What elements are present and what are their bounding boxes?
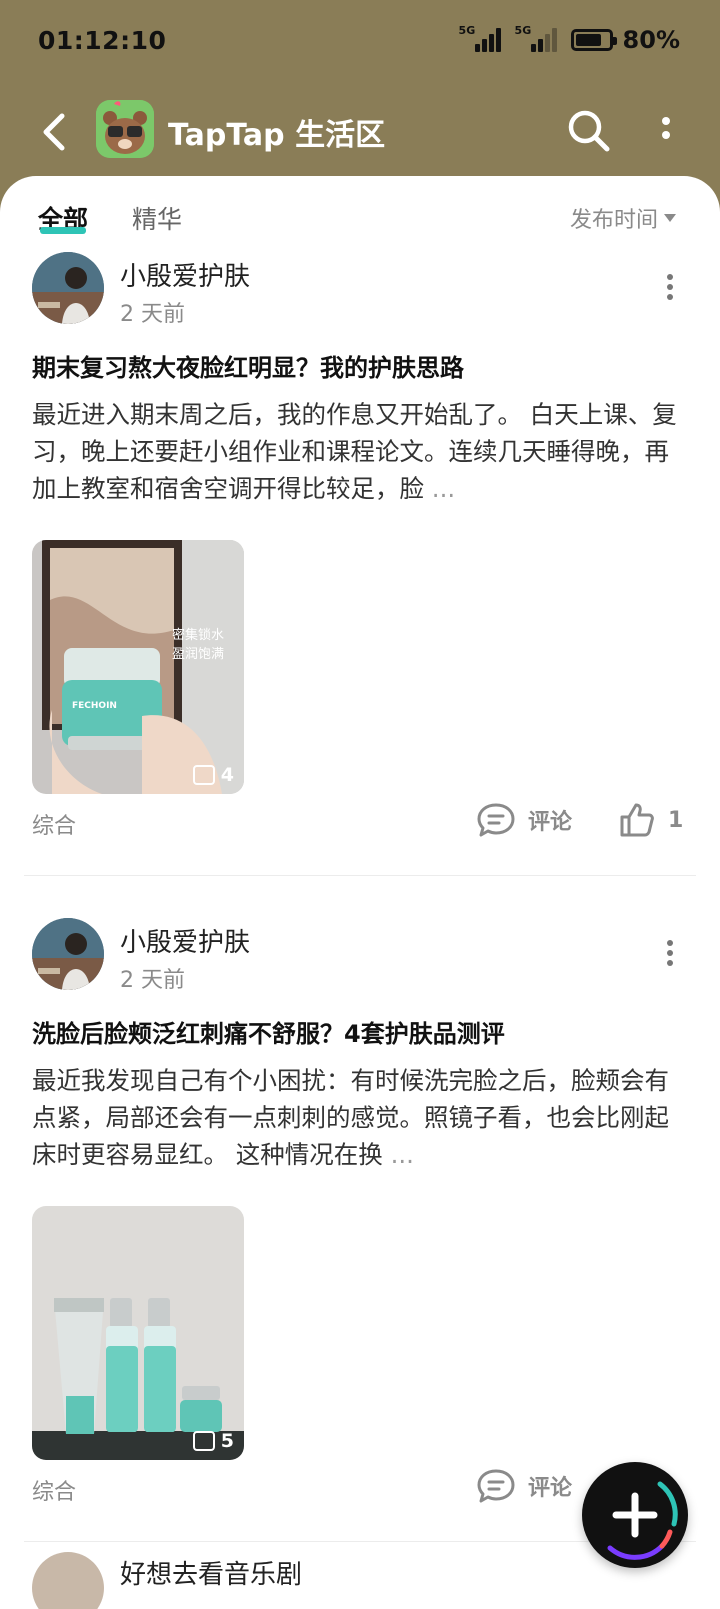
comment-icon	[477, 1469, 515, 1503]
image-count-badge: 4	[192, 764, 234, 786]
status-time: 01:12:10	[38, 26, 167, 55]
post-category-tag[interactable]: 综合	[32, 1474, 76, 1506]
battery-icon	[570, 29, 617, 51]
page-title: TapTap 生活区	[168, 118, 386, 153]
avatar[interactable]	[32, 1552, 104, 1609]
app-bar: TapTap 生活区	[0, 88, 720, 178]
post-image[interactable]: FECHOIN 密集锁水 盈润饱满 4	[32, 540, 244, 794]
gallery-icon	[192, 765, 215, 785]
search-icon	[568, 110, 610, 152]
create-post-button[interactable]	[582, 1462, 688, 1568]
gallery-icon	[192, 1431, 215, 1451]
comment-label: 评论	[528, 810, 573, 835]
image-count-badge: 5	[192, 1430, 234, 1452]
like-count: 1	[668, 807, 684, 833]
thumbs-up-icon	[620, 803, 654, 837]
search-button[interactable]	[566, 108, 612, 154]
post-title[interactable]: 期末复习熬大夜脸红明显？我的护肤思路	[32, 348, 692, 383]
image-caption: 密集锁水 盈润饱满	[172, 628, 225, 662]
more-vertical-icon	[667, 940, 673, 966]
comment-icon	[477, 803, 515, 837]
post-author[interactable]: 小殷爱护肤	[120, 922, 250, 959]
comment-button[interactable]: 评论	[476, 1468, 572, 1504]
post-more-button[interactable]	[662, 938, 678, 968]
back-button[interactable]	[36, 110, 76, 154]
post-card[interactable]: 小殷爱护肤 2 天前 洗脸后脸颊泛红刺痛不舒服？4套护肤品测评 最近我发现自己有…	[0, 842, 720, 1542]
post-excerpt-text: 最近进入期末周之后，我的作息又开始乱了。 白天上课、复习，晚上还要赶小组作业和课…	[32, 400, 677, 503]
comment-label: 评论	[528, 1476, 573, 1501]
post-excerpt[interactable]: 最近我发现自己有个小困扰：有时候洗完脸之后，脸颊会有点紧，局部还会有一点刺刺的感…	[32, 1062, 692, 1173]
avatar[interactable]	[32, 918, 104, 990]
status-bar: 01:12:10 5G 5G 80%	[0, 0, 720, 88]
post-time: 2 天前	[120, 302, 185, 327]
back-arrow-icon	[43, 113, 65, 151]
signal-icon: 5G	[515, 24, 561, 54]
content-sheet: 全部 精华 发布时间 小殷爱护肤 2 天前 期末复习熬大夜脸红明显？我的护肤思路	[0, 176, 720, 1609]
battery-percent: 80%	[622, 26, 680, 54]
more-options-button[interactable]	[654, 108, 678, 154]
post-card[interactable]: 小殷爱护肤 2 天前 期末复习熬大夜脸红明显？我的护肤思路 最近进入期末周之后，…	[0, 176, 720, 876]
app-logo[interactable]	[96, 100, 154, 158]
signal-icon: 5G	[459, 24, 505, 54]
comment-button[interactable]: 评论	[476, 802, 572, 838]
svg-text:FECHOIN: FECHOIN	[72, 701, 117, 711]
avatar[interactable]	[32, 252, 104, 324]
post-excerpt-ellipsis: ...	[431, 474, 456, 503]
more-vertical-icon	[662, 117, 670, 139]
post-category-tag[interactable]: 综合	[32, 808, 76, 840]
post-title[interactable]: 洗脸后脸颊泛红刺痛不舒服？4套护肤品测评	[32, 1014, 692, 1049]
more-vertical-icon	[667, 274, 673, 300]
plus-icon	[607, 1481, 678, 1560]
post-excerpt-ellipsis: ...	[390, 1140, 414, 1169]
status-indicators: 5G 5G 80%	[459, 24, 680, 54]
like-button[interactable]: 1	[618, 802, 683, 838]
post-author[interactable]: 小殷爱护肤	[120, 256, 250, 293]
post-image[interactable]: 5	[32, 1206, 244, 1460]
post-author[interactable]: 好想去看音乐剧	[120, 1554, 302, 1591]
post-more-button[interactable]	[662, 272, 678, 302]
post-excerpt[interactable]: 最近进入期末周之后，我的作息又开始乱了。 白天上课、复习，晚上还要赶小组作业和课…	[32, 396, 692, 507]
post-time: 2 天前	[120, 968, 185, 993]
post-excerpt-text: 最近我发现自己有个小困扰：有时候洗完脸之后，脸颊会有点紧，局部还会有一点刺刺的感…	[32, 1066, 669, 1169]
